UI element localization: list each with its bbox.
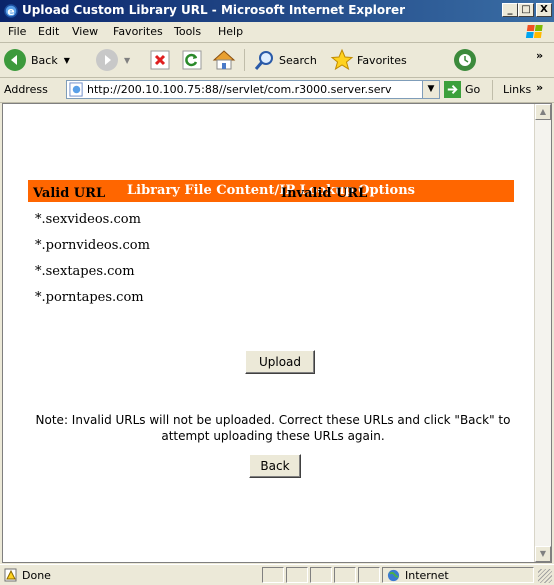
refresh-icon (182, 50, 202, 70)
search-label: Search (279, 53, 317, 67)
search-button[interactable]: Search (254, 48, 317, 72)
menu-edit[interactable]: Edit (38, 25, 59, 38)
scroll-up-icon[interactable]: ▲ (535, 104, 551, 120)
refresh-button[interactable] (182, 48, 202, 72)
vertical-scrollbar[interactable]: ▲ ▼ (534, 104, 551, 562)
scroll-down-icon[interactable]: ▼ (535, 546, 551, 562)
page-done-icon (4, 568, 17, 582)
status-panel (358, 567, 380, 583)
stop-icon (150, 50, 170, 70)
close-button[interactable]: X (536, 3, 552, 17)
status-panel (334, 567, 356, 583)
window-title: Upload Custom Library URL - Microsoft In… (22, 3, 406, 17)
address-label: Address (4, 83, 48, 96)
valid-url-item: *.sextapes.com (35, 264, 135, 279)
invalid-url-note: Note: Invalid URLs will not be uploaded.… (35, 413, 511, 443)
status-panel (286, 567, 308, 583)
invalid-url-header: Invalid URL (281, 186, 368, 201)
back-label: Back (31, 53, 58, 67)
address-dropdown-icon[interactable]: ▼ (422, 81, 439, 98)
standard-toolbar: Back ▼ ▼ Search Favorites » (0, 43, 554, 78)
toolbar-overflow-chevron[interactable]: » (536, 49, 543, 62)
resize-grip[interactable] (538, 569, 552, 583)
zone-label: Internet (405, 569, 449, 582)
status-bar: Done Internet (0, 564, 554, 585)
svg-text:e: e (7, 5, 14, 18)
back-page-button[interactable]: Back (249, 454, 301, 478)
back-dropdown-icon[interactable]: ▼ (64, 56, 70, 65)
search-icon (254, 51, 273, 70)
go-button[interactable]: Go (444, 81, 480, 98)
back-arrow-icon (4, 49, 26, 71)
menu-help[interactable]: Help (218, 25, 243, 38)
go-arrow-icon (444, 81, 461, 98)
go-label: Go (465, 83, 481, 96)
internet-globe-icon (387, 569, 400, 582)
favorites-star-icon (330, 48, 354, 71)
menu-favorites[interactable]: Favorites (113, 25, 163, 38)
favorites-label: Favorites (357, 53, 407, 67)
toolbar-separator (244, 49, 245, 71)
history-icon (454, 49, 476, 71)
maximize-button[interactable]: □ (518, 3, 534, 17)
status-panel (262, 567, 284, 583)
menu-bar: File Edit View Favorites Tools Help (0, 22, 554, 43)
address-separator (492, 80, 493, 100)
status-panel (310, 567, 332, 583)
address-bar: Address http://200.10.100.75:88//servlet… (0, 78, 554, 103)
valid-url-header: Valid URL (33, 186, 106, 201)
links-overflow-chevron[interactable]: » (536, 81, 543, 94)
favorites-button[interactable]: Favorites (330, 48, 407, 72)
minimize-button[interactable]: _ (502, 3, 518, 17)
forward-arrow-icon (96, 49, 118, 71)
menu-tools[interactable]: Tools (174, 25, 201, 38)
zone-panel: Internet (382, 567, 534, 583)
address-url: http://200.10.100.75:88//servlet/com.r30… (87, 83, 392, 96)
valid-url-item: *.porntapes.com (35, 290, 144, 305)
back-button[interactable]: Back ▼ (4, 48, 70, 72)
page-icon (69, 82, 83, 97)
status-text: Done (22, 569, 51, 582)
stop-button[interactable] (150, 48, 170, 72)
address-input[interactable]: http://200.10.100.75:88//servlet/com.r30… (66, 80, 440, 99)
upload-button[interactable]: Upload (245, 350, 315, 374)
ie-logo-icon: e (4, 4, 18, 18)
windows-flag-icon (525, 25, 543, 38)
valid-url-item: *.sexvideos.com (35, 212, 141, 227)
title-bar: e Upload Custom Library URL - Microsoft … (0, 0, 554, 22)
media-button[interactable] (454, 48, 476, 72)
menu-file[interactable]: File (8, 25, 26, 38)
home-button[interactable] (212, 48, 236, 72)
browser-window: e Upload Custom Library URL - Microsoft … (0, 0, 554, 585)
links-label[interactable]: Links (503, 83, 531, 96)
forward-dropdown-icon[interactable]: ▼ (124, 56, 130, 65)
page-content: Library File Content/IP Lookup Options V… (2, 103, 552, 563)
home-icon (212, 50, 236, 70)
forward-button[interactable]: ▼ (96, 48, 130, 72)
valid-url-item: *.pornvideos.com (35, 238, 150, 253)
menu-view[interactable]: View (72, 25, 98, 38)
